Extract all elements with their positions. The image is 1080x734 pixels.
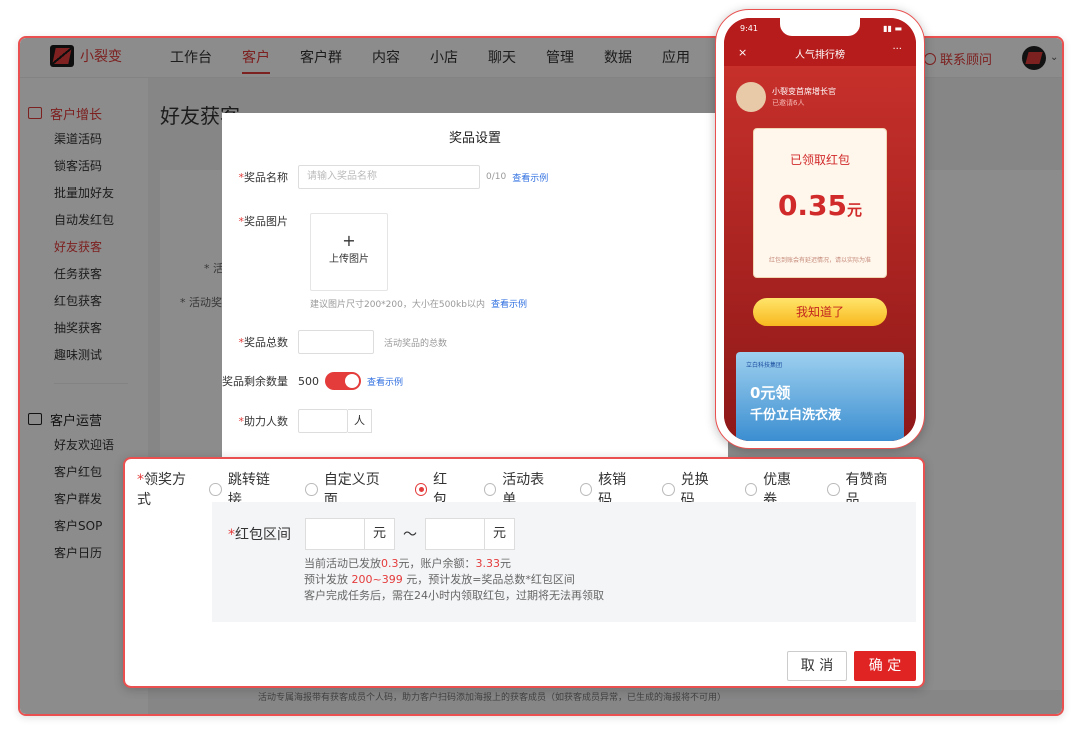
prize-image-label: *奖品图片 [238, 215, 289, 228]
user-name: 小裂变首席增长官 [772, 87, 836, 96]
radio-icon [662, 482, 675, 496]
redpacket-received-title: 已领取红包 [789, 153, 850, 167]
dialog-title: 奖品设置 [448, 131, 501, 146]
user-invites: 已邀请6人 [772, 99, 805, 107]
issued-note: 当前活动已发放0.3元，账户余额：3.33元 [304, 557, 511, 570]
redpacket-amount: 0.35元 [777, 189, 863, 222]
redpacket-settings: *红包区间 元 ～ 元 当前活动已发放0.3元，账户余额：3.33元 预计发放 … [212, 502, 916, 622]
view-example-link[interactable]: 查看示例 [512, 171, 548, 184]
radio-icon [579, 482, 593, 496]
prize-name-label: *奖品名称 [238, 171, 289, 184]
radio-icon [483, 482, 497, 496]
phone-notch [780, 18, 860, 36]
envelope-letter: 已领取红包 0.35元 红包到账会有延迟情况，请以实际为准 [753, 128, 887, 278]
helpers-label: *助力人数 [238, 415, 289, 428]
range-min-unit: 元 [365, 518, 395, 550]
radio-icon [744, 482, 758, 496]
status-time: 9:41 [740, 24, 758, 33]
got-it-button[interactable]: 我知道了 [753, 298, 887, 326]
user-info: 小裂变首席增长官 已邀请6人 [772, 86, 836, 108]
radio-selected-icon [414, 482, 428, 496]
estimate-note: 预计发放 200~399 元，预计发放=奖品总数*红包区间 [304, 573, 575, 586]
prize-total-label: *奖品总数 [238, 336, 289, 349]
cancel-button[interactable]: 取 消 [787, 651, 847, 681]
upload-image-button[interactable]: + 上传图片 [310, 213, 388, 291]
helpers-row: *助力人数 人 [222, 409, 372, 433]
radio-icon [305, 482, 318, 496]
reward-method-label: *领奖方式 [137, 472, 186, 508]
prize-remaining-row: 奖品剩余数量 500 查看示例 [222, 372, 403, 390]
phone-title-bar: × 人气排行榜 ··· [724, 40, 916, 66]
status-bar: 9:41 ▮▮ ▬ [724, 18, 916, 40]
prize-name-count: 0/10 [486, 172, 507, 182]
image-hint: 建议图片尺寸200*200，大小在500kb以内 [310, 300, 485, 310]
radio-icon [209, 482, 222, 496]
view-example-link[interactable]: 查看示例 [491, 297, 527, 310]
helpers-input[interactable] [298, 409, 348, 433]
prize-total-input[interactable] [298, 330, 374, 354]
redpacket-range-row: *红包区间 元 ～ 元 [228, 518, 515, 550]
user-avatar [736, 82, 766, 112]
prize-name-row: *奖品名称 请输入奖品名称 0/10 查看示例 [222, 165, 548, 189]
prize-total-hint: 活动奖品的总数 [384, 338, 448, 349]
helpers-unit: 人 [348, 409, 372, 433]
range-min-input[interactable] [305, 518, 365, 550]
radio-icon [827, 482, 840, 496]
prize-remaining-value: 500 [298, 374, 319, 388]
plus-icon: + [342, 231, 356, 250]
signal-battery-icon: ▮▮ ▬ [883, 24, 902, 33]
phone-screen: 9:41 ▮▮ ▬ × 人气排行榜 ··· 小裂变首席增长官 已邀请6人 立白科… [724, 18, 916, 441]
expiry-note: 客户完成任务后，需在24小时内领取红包，过期将无法再领取 [304, 589, 604, 602]
range-max-input[interactable] [425, 518, 485, 550]
image-hint-row: 建议图片尺寸200*200，大小在500kb以内 查看示例 [310, 297, 527, 310]
promo-title: 0元领 [750, 384, 791, 402]
range-tilde: ～ [403, 527, 417, 543]
upload-image-label: 上传图片 [329, 254, 369, 265]
promo-brand: 立白科技集团 [746, 362, 783, 369]
phone-title: 人气排行榜 [795, 50, 845, 61]
confirm-button[interactable]: 确 定 [854, 651, 916, 681]
redpacket-delay-note: 红包到账会有延迟情况，请以实际为准 [768, 257, 871, 264]
redpacket-popup: 已领取红包 0.35元 红包到账会有延迟情况，请以实际为准 我知道了 [743, 128, 897, 348]
prize-total-row: *奖品总数 活动奖品的总数 [222, 330, 447, 354]
view-example-link[interactable]: 查看示例 [367, 375, 403, 388]
promo-banner: 立白科技集团 0元领 千份立白洗衣液 [736, 352, 904, 441]
stage: 小裂变 工作台 客户 客户群 内容 小店 聊天 管理 数据 应用 联系顾问 ⌄ [0, 0, 1080, 734]
prize-name-input[interactable]: 请输入奖品名称 [298, 165, 480, 189]
range-max-unit: 元 [485, 518, 515, 550]
reward-method-panel: *领奖方式 跳转链接 自定义页面 红包 活动表单 核销码 兑换码 优惠券 有赞商… [123, 457, 925, 688]
prize-image-row: *奖品图片 [222, 213, 298, 229]
redpacket-range-label: *红包区间 [228, 527, 291, 543]
phone-preview: 9:41 ▮▮ ▬ × 人气排行榜 ··· 小裂变首席增长官 已邀请6人 立白科… [715, 9, 925, 449]
more-icon[interactable]: ··· [892, 44, 902, 55]
redpacket-notes: 当前活动已发放0.3元，账户余额：3.33元 预计发放 200~399 元，预计… [304, 556, 604, 604]
promo-subtitle: 千份立白洗衣液 [750, 408, 842, 423]
prize-remaining-label: 奖品剩余数量 [222, 375, 288, 388]
remaining-toggle[interactable] [325, 372, 361, 390]
ranking-user: 小裂变首席增长官 已邀请6人 [736, 82, 836, 112]
